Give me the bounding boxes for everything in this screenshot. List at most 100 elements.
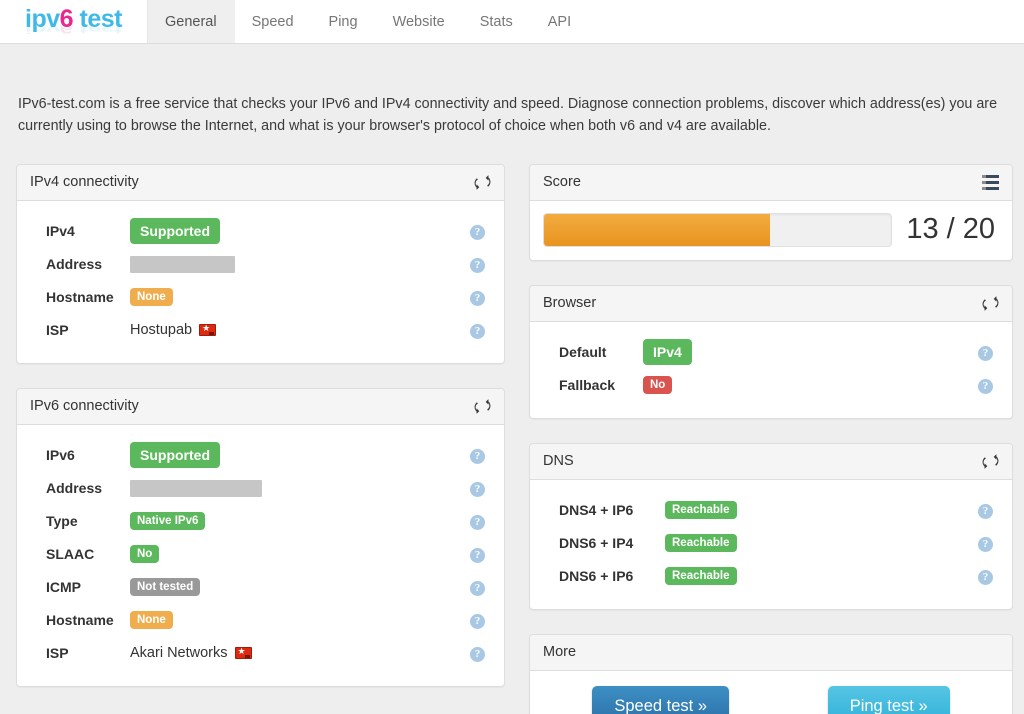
dns-panel-body: DNS4 + IP6 Reachable ? DNS6 + IP4 Reacha…	[530, 480, 1012, 609]
row-value-dns6-ip4: Reachable	[665, 534, 978, 552]
help-cell-dns6-ip4: ?	[978, 534, 999, 552]
help-icon[interactable]: ?	[470, 482, 485, 497]
status-badge-ipv4: Supported	[130, 218, 220, 244]
refresh-icon[interactable]	[473, 397, 491, 415]
help-icon[interactable]: ?	[470, 449, 485, 464]
row-ipv6-slaac: SLAAC No ?	[30, 538, 491, 571]
row-dns6-ip4: DNS6 + IP4 Reachable ?	[543, 527, 999, 560]
status-badge-icmp: Not tested	[130, 578, 200, 596]
row-value-default: IPv4	[643, 339, 978, 365]
ipv4-panel-body: IPv4 Supported ? Address ?	[17, 201, 504, 363]
help-cell-ipv6-type: ?	[470, 512, 491, 530]
help-icon[interactable]: ?	[470, 647, 485, 662]
help-icon[interactable]: ?	[470, 581, 485, 596]
help-icon[interactable]: ?	[470, 515, 485, 530]
refresh-icon[interactable]	[473, 173, 491, 191]
status-badge-dns4-ip6: Reachable	[665, 501, 737, 519]
list-icon[interactable]	[982, 175, 999, 190]
row-ipv6: IPv6 Supported ?	[30, 439, 491, 472]
row-value-ipv4: Supported	[130, 218, 470, 244]
intro-paragraph: IPv6-test.com is a free service that che…	[16, 93, 1008, 138]
score-panel-header: Score	[530, 165, 1012, 201]
ping-test-button[interactable]: Ping test »	[828, 686, 950, 714]
row-value-ipv6-slaac: No	[130, 545, 470, 563]
row-label-ipv6-slaac: SLAAC	[30, 546, 130, 562]
tab-ping[interactable]: Ping	[312, 0, 376, 43]
help-cell-ipv4-address: ?	[470, 255, 491, 273]
speed-test-button[interactable]: Speed test »	[592, 686, 729, 714]
help-icon[interactable]: ?	[978, 346, 993, 361]
isp-name: Hostupab	[130, 322, 192, 338]
logo-part-2: test	[73, 5, 122, 33]
score-panel-body: 13 / 20	[530, 201, 1012, 260]
more-panel: More Speed test » Ping test »	[529, 634, 1013, 714]
row-label-ipv4: IPv4	[30, 223, 130, 239]
row-value-ipv4-address	[130, 256, 470, 273]
row-label-ipv6: IPv6	[30, 447, 130, 463]
row-value-ipv6-hostname: None	[130, 611, 470, 629]
logo-part-1: ipv	[25, 5, 60, 33]
row-value-ipv6: Supported	[130, 442, 470, 468]
help-icon[interactable]: ?	[470, 324, 485, 339]
row-value-ipv6-icmp: Not tested	[130, 578, 470, 596]
redacted-address	[130, 480, 262, 497]
help-cell-dns4-ip6: ?	[978, 501, 999, 519]
help-cell-ipv6-icmp: ?	[470, 578, 491, 596]
site-logo[interactable]: ipv6 test ipv6 test	[0, 0, 148, 43]
hk-flag-icon	[199, 324, 216, 336]
row-value-ipv6-isp: Akari Networks	[130, 645, 470, 661]
row-ipv6-type: Type Native IPv6 ?	[30, 505, 491, 538]
row-value-dns6-ip6: Reachable	[665, 567, 978, 585]
help-icon[interactable]: ?	[978, 504, 993, 519]
help-icon[interactable]: ?	[470, 258, 485, 273]
row-label-ipv4-isp: ISP	[30, 322, 130, 338]
help-cell-default: ?	[978, 343, 999, 361]
help-icon[interactable]: ?	[470, 548, 485, 563]
row-label-ipv4-hostname: Hostname	[30, 289, 130, 305]
row-ipv4-address: Address ?	[30, 248, 491, 281]
help-cell-ipv4-hostname: ?	[470, 288, 491, 306]
browser-panel-header: Browser	[530, 286, 1012, 322]
help-cell-ipv6: ?	[470, 446, 491, 464]
dns-panel-title: DNS	[543, 453, 574, 469]
tab-api[interactable]: API	[531, 0, 589, 43]
help-cell-ipv6-slaac: ?	[470, 545, 491, 563]
browser-panel: Browser Default IPv4 ? Fallback	[529, 285, 1013, 419]
nav-tabs: General Speed Ping Website Stats API	[148, 0, 589, 43]
help-icon[interactable]: ?	[470, 225, 485, 240]
page-content: IPv6-test.com is a free service that che…	[0, 93, 1024, 714]
ipv4-panel-title: IPv4 connectivity	[30, 174, 139, 190]
refresh-icon[interactable]	[981, 294, 999, 312]
tab-general[interactable]: General	[148, 0, 235, 43]
tab-website[interactable]: Website	[376, 0, 463, 43]
ipv4-panel-header: IPv4 connectivity	[17, 165, 504, 201]
help-icon[interactable]: ?	[978, 570, 993, 585]
status-badge-type: Native IPv6	[130, 512, 205, 530]
row-value-fallback: No	[643, 376, 978, 394]
logo-part-six: 6	[60, 5, 73, 33]
row-label-fallback: Fallback	[543, 377, 643, 393]
refresh-icon[interactable]	[981, 452, 999, 470]
help-icon[interactable]: ?	[978, 379, 993, 394]
ipv6-panel-title: IPv6 connectivity	[30, 398, 139, 414]
row-label-dns6-ip4: DNS6 + IP4	[543, 535, 665, 551]
row-ipv4: IPv4 Supported ?	[30, 215, 491, 248]
help-icon[interactable]: ?	[470, 614, 485, 629]
row-label-ipv4-address: Address	[30, 256, 130, 272]
help-icon[interactable]: ?	[978, 537, 993, 552]
row-value-ipv4-hostname: None	[130, 288, 470, 306]
help-icon[interactable]: ?	[470, 291, 485, 306]
status-badge-ipv6: Supported	[130, 442, 220, 468]
tab-stats[interactable]: Stats	[463, 0, 531, 43]
status-badge-hostname: None	[130, 611, 173, 629]
redacted-address	[130, 256, 235, 273]
row-value-ipv4-isp: Hostupab	[130, 322, 470, 338]
help-cell-ipv6-address: ?	[470, 479, 491, 497]
score-progress-fill	[544, 214, 770, 246]
row-dns6-ip6: DNS6 + IP6 Reachable ?	[543, 560, 999, 593]
score-progress-bar	[543, 213, 892, 247]
tab-speed[interactable]: Speed	[235, 0, 312, 43]
isp-name: Akari Networks	[130, 645, 228, 661]
left-column: IPv4 connectivity IPv4 Supported ? A	[16, 164, 505, 711]
row-ipv4-isp: ISP Hostupab ?	[30, 314, 491, 347]
